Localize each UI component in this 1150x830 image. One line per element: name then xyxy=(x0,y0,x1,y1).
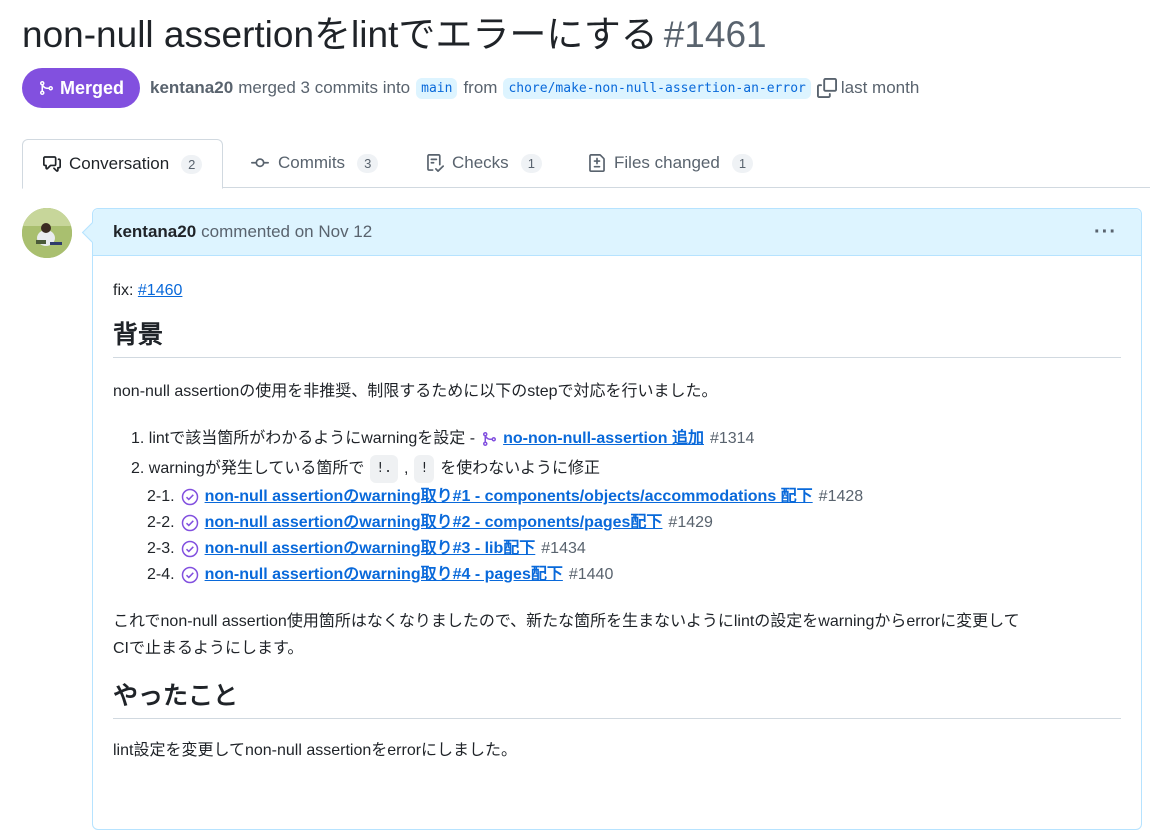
tab-conversation[interactable]: Conversation 2 xyxy=(22,139,224,189)
git-commit-icon xyxy=(251,158,269,168)
merge-time: last month xyxy=(840,78,920,97)
sub-list-item: 2-3. non-null assertionのwarning取り#3 - li… xyxy=(131,536,1121,562)
list-item: 2. warningが発生している箇所で !. , ! を使わないように修正 xyxy=(131,454,1121,484)
tab-commits[interactable]: Commits 3 xyxy=(250,139,379,187)
sub-item-number: 2-4. xyxy=(147,566,175,583)
check-circle-icon xyxy=(181,566,198,584)
avatar[interactable] xyxy=(22,208,72,258)
fix-issue-link[interactable]: #1460 xyxy=(138,282,183,299)
pr-author-link[interactable]: kentana20 xyxy=(150,78,233,98)
comment-card: kentana20 commented on Nov 12 ··· fix: #… xyxy=(81,208,1142,830)
pr-link-1429[interactable]: non-null assertionのwarning取り#2 - compone… xyxy=(205,511,663,535)
pr-title-row: non-null assertionをlintでエラーにする #1461 xyxy=(22,12,767,58)
tab-checks-label: Checks xyxy=(452,153,509,172)
sub-list-item: 2-2. non-null assertionのwarning取り#2 - co… xyxy=(131,510,1121,536)
pr-link-1434[interactable]: non-null assertionのwarning取り#3 - lib配下 xyxy=(205,537,536,561)
list-item-2-suffix: を使わないように修正 xyxy=(440,460,600,477)
copy-icon[interactable] xyxy=(816,78,837,98)
pr-number-1428: #1428 xyxy=(818,488,864,505)
sub-item-number: 2-3. xyxy=(147,540,175,557)
inline-code: !. xyxy=(370,455,398,483)
tab-commits-count: 3 xyxy=(357,153,379,173)
pr-number-1440: #1440 xyxy=(568,566,614,583)
steps-list: 1. lintで該当箇所がわかるようにwarningを設定 - no-non-n… xyxy=(113,424,1121,588)
inline-code: ! xyxy=(414,455,435,483)
file-diff-icon xyxy=(589,154,605,172)
pr-link-1440[interactable]: non-null assertionのwarning取り#4 - pages配下 xyxy=(205,563,563,587)
check-circle-icon xyxy=(181,514,198,532)
tab-checks-count: 1 xyxy=(520,153,542,173)
list-item: 1. lintで該当箇所がわかるようにwarningを設定 - no-non-n… xyxy=(131,424,1121,454)
sub-item-number: 2-2. xyxy=(147,514,175,531)
sub-list-item: 2-4. non-null assertionのwarning取り#4 - pa… xyxy=(131,562,1121,588)
pr-number: #1461 xyxy=(663,14,767,55)
comment-meta[interactable]: commented on Nov 12 xyxy=(201,222,372,242)
pr-tabs: Conversation 2 Commits 3 Checks 1 Files … xyxy=(22,139,1150,189)
comment-discussion-icon xyxy=(43,156,61,172)
separator: , xyxy=(404,460,409,477)
paragraph-2-line-1: これでnon-null assertion使用箇所はなくなりましたので、新たな箇… xyxy=(113,613,1020,630)
merged-text: merged 3 commits into xyxy=(238,78,411,97)
pr-title: non-null assertionをlintでエラーにする xyxy=(22,14,658,55)
list-item-2-text: 2. warningが発生している箇所で xyxy=(131,460,365,477)
list-item-1-text: 1. lintで該当箇所がわかるようにwarningを設定 - xyxy=(131,430,476,447)
checklist-icon xyxy=(427,154,444,172)
fix-line: fix: #1460 xyxy=(113,279,1121,303)
from-text: from xyxy=(463,78,498,97)
paragraph-3: lint設定を変更してnon-null assertionをerrorにしました… xyxy=(113,742,518,759)
git-merge-icon xyxy=(483,432,497,446)
pr-number-1434: #1434 xyxy=(541,540,586,557)
pr-link-1428[interactable]: non-null assertionのwarning取り#1 - compone… xyxy=(205,485,813,509)
paragraph-1: non-null assertionの使用を非推奨、制限するために以下のstep… xyxy=(113,383,718,400)
head-branch[interactable]: chore/make-non-null-assertion-an-error xyxy=(503,77,811,99)
base-branch[interactable]: main xyxy=(416,77,458,99)
comment-body: fix: #1460 背景 non-null assertionの使用を非推奨、… xyxy=(113,279,1121,763)
git-merge-icon xyxy=(40,81,54,95)
comment-author[interactable]: kentana20 xyxy=(113,222,196,242)
sub-item-number: 2-1. xyxy=(147,488,175,505)
check-circle-icon xyxy=(181,540,198,558)
pr-meta: Merged kentana20 merged 3 commits into m… xyxy=(22,68,919,108)
kebab-menu-icon[interactable]: ··· xyxy=(1094,221,1117,244)
heading-background: 背景 xyxy=(113,323,1121,358)
pr-number-1429: #1429 xyxy=(668,514,713,531)
check-circle-icon xyxy=(181,488,198,506)
comment-header: kentana20 commented on Nov 12 ··· xyxy=(93,209,1141,256)
fix-label: fix: xyxy=(113,282,134,299)
tab-files-changed[interactable]: Files changed 1 xyxy=(588,139,754,187)
tab-files-changed-label: Files changed xyxy=(614,153,720,172)
tab-conversation-label: Conversation xyxy=(69,154,170,173)
tab-conversation-count: 2 xyxy=(181,154,203,174)
paragraph-2: これでnon-null assertion使用箇所はなくなりましたので、新たな箇… xyxy=(113,608,1121,662)
pr-link-1314[interactable]: no-non-null-assertion 追加 xyxy=(503,427,704,451)
heading-what-done: やったこと xyxy=(113,684,1121,719)
sub-list-item: 2-1. non-null assertionのwarning取り#1 - co… xyxy=(131,484,1121,510)
tab-files-changed-count: 1 xyxy=(731,153,754,173)
tab-commits-label: Commits xyxy=(278,153,346,172)
merged-status-badge: Merged xyxy=(22,68,141,108)
paragraph-2-line-2: CIで止まるようにします。 xyxy=(113,640,304,657)
pr-number-1314: #1314 xyxy=(709,430,755,447)
merged-status-label: Merged xyxy=(60,77,125,98)
tab-checks[interactable]: Checks 1 xyxy=(426,139,542,187)
